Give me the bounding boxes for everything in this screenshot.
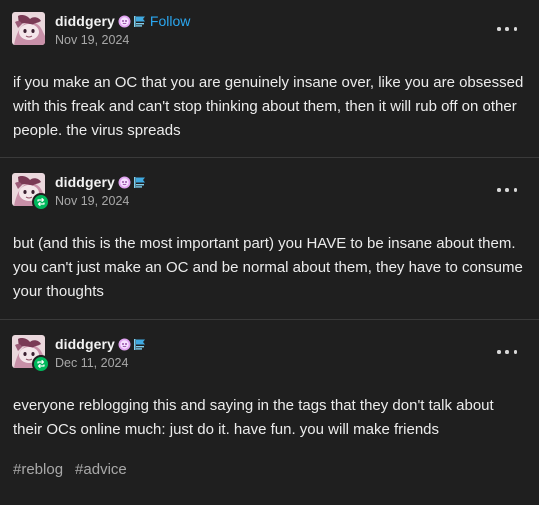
post-meta: diddgery Follow Nov 19, 2024 bbox=[55, 12, 190, 47]
more-dots-icon[interactable] bbox=[497, 349, 517, 355]
post-body: if you make an OC that you are genuinely… bbox=[13, 74, 524, 139]
post-body: but (and this is the most important part… bbox=[13, 235, 523, 300]
dot bbox=[505, 188, 509, 192]
dot bbox=[497, 350, 501, 354]
tags-list: #reblog #advice bbox=[13, 461, 127, 478]
dot bbox=[497, 188, 501, 192]
follow-button[interactable]: Follow bbox=[150, 13, 190, 29]
badges bbox=[118, 15, 146, 28]
post-body: everyone reblogging this and saying in t… bbox=[13, 397, 494, 438]
avatar[interactable] bbox=[12, 335, 50, 373]
blue-flag-badge-icon[interactable] bbox=[133, 15, 146, 28]
avatar-image bbox=[12, 12, 45, 45]
post-1: diddgery Follow Nov 19, 2024 if you make… bbox=[0, 0, 539, 157]
dot bbox=[505, 27, 509, 31]
dot bbox=[513, 27, 517, 31]
post-3: diddgery Dec 11, 2024 everyone rebloggin… bbox=[0, 319, 539, 505]
blue-flag-badge-icon[interactable] bbox=[133, 338, 146, 351]
name-row: diddgery bbox=[55, 335, 146, 353]
name-row: diddgery bbox=[55, 173, 146, 191]
dot bbox=[513, 188, 517, 192]
post-date[interactable]: Dec 11, 2024 bbox=[55, 356, 146, 370]
more-dots-icon[interactable] bbox=[497, 26, 517, 32]
dot bbox=[505, 350, 509, 354]
more-dots-icon[interactable] bbox=[497, 187, 517, 193]
username[interactable]: diddgery bbox=[55, 336, 115, 352]
blue-flag-badge-icon[interactable] bbox=[133, 176, 146, 189]
tag-reblog[interactable]: #reblog bbox=[13, 461, 63, 478]
badges bbox=[118, 338, 146, 351]
reblog-arrows-icon bbox=[32, 355, 50, 373]
post-header: diddgery bbox=[12, 335, 146, 373]
reblog-arrows-icon bbox=[32, 193, 50, 211]
post-meta: diddgery bbox=[55, 335, 146, 370]
post-meta: diddgery bbox=[55, 173, 146, 208]
pink-face-badge-icon[interactable] bbox=[118, 15, 131, 28]
pink-face-badge-icon[interactable] bbox=[118, 176, 131, 189]
post-date[interactable]: Nov 19, 2024 bbox=[55, 33, 190, 47]
tag-advice[interactable]: #advice bbox=[75, 461, 127, 478]
avatar[interactable] bbox=[12, 12, 45, 45]
username[interactable]: diddgery bbox=[55, 174, 115, 190]
post-date[interactable]: Nov 19, 2024 bbox=[55, 194, 146, 208]
post-header: diddgery bbox=[12, 173, 146, 211]
username[interactable]: diddgery bbox=[55, 13, 115, 29]
badges bbox=[118, 176, 146, 189]
post-header: diddgery Follow Nov 19, 2024 bbox=[12, 12, 190, 47]
pink-face-badge-icon[interactable] bbox=[118, 338, 131, 351]
name-row: diddgery Follow bbox=[55, 12, 190, 30]
post-2: diddgery Nov 19, 2024 but (and this is t… bbox=[0, 157, 539, 319]
dot bbox=[513, 350, 517, 354]
avatar[interactable] bbox=[12, 173, 50, 211]
dot bbox=[497, 27, 501, 31]
